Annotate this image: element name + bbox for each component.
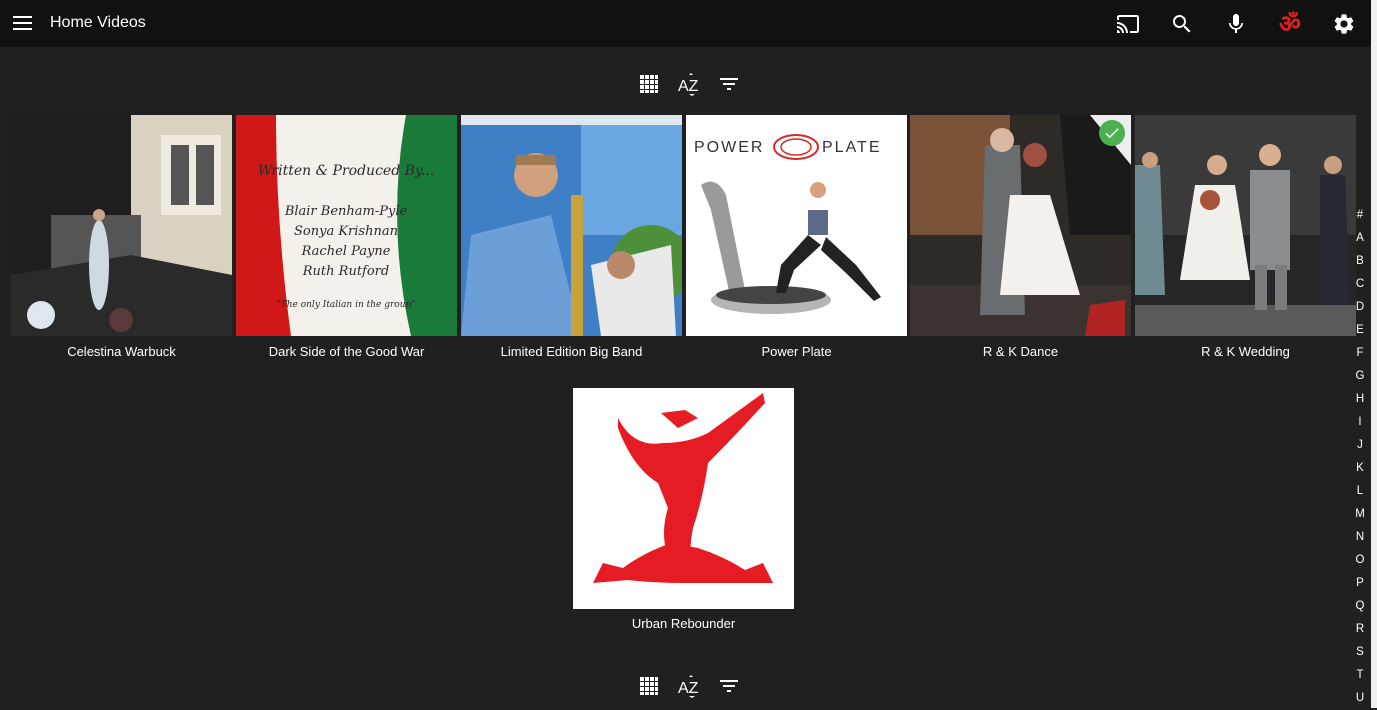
video-card-power-plate[interactable]: POWER PLATE Power Plate [686, 115, 907, 359]
alpha-index-letter[interactable]: O [1350, 549, 1370, 572]
alpha-index-letter[interactable]: T [1350, 664, 1370, 687]
video-thumbnail[interactable] [910, 115, 1131, 336]
scrollbar[interactable] [1371, 0, 1377, 708]
video-thumbnail[interactable] [1135, 115, 1356, 336]
alpha-index-letter[interactable]: R [1350, 618, 1370, 641]
menu-icon[interactable] [12, 12, 34, 34]
alpha-index-letter[interactable]: U [1350, 687, 1370, 710]
svg-text:POWER: POWER [694, 139, 764, 156]
svg-text:Ruth Rutford: Ruth Rutford [302, 264, 389, 279]
svg-text:PLATE: PLATE [822, 139, 882, 156]
video-thumbnail[interactable] [461, 115, 682, 336]
video-thumbnail[interactable] [11, 115, 232, 336]
svg-text:AZ: AZ [678, 78, 699, 95]
alphabet-jump-index: # A B C D E F G H I J K L M N O P Q R S T U [1350, 204, 1370, 710]
sort-az-icon[interactable]: AZ [677, 72, 701, 96]
alpha-index-letter[interactable]: B [1350, 250, 1370, 273]
video-thumbnail[interactable] [573, 388, 794, 609]
alpha-index-letter[interactable]: E [1350, 319, 1370, 342]
grid-view-icon[interactable] [637, 72, 661, 96]
filter-icon[interactable] [717, 674, 741, 698]
alpha-index-letter[interactable]: N [1350, 526, 1370, 549]
grid-view-icon[interactable] [637, 674, 661, 698]
om-user-avatar-icon[interactable]: ॐ [1277, 11, 1303, 37]
alpha-index-letter[interactable]: F [1350, 342, 1370, 365]
svg-text:Sonya Krishnan: Sonya Krishnan [294, 224, 398, 239]
video-title[interactable]: Limited Edition Big Band [461, 344, 682, 360]
sort-az-icon[interactable]: AZ [677, 674, 701, 698]
video-card-urban-rebounder[interactable]: Urban Rebounder [573, 388, 794, 631]
view-controls-top: AZ [0, 70, 1371, 98]
alpha-index-letter[interactable]: S [1350, 641, 1370, 664]
alpha-index-letter[interactable]: L [1350, 480, 1370, 503]
video-card-celestina-warbuck[interactable]: Celestina Warbuck [11, 115, 232, 359]
alpha-index-letter[interactable]: K [1350, 457, 1370, 480]
video-title[interactable]: R & K Wedding [1135, 344, 1356, 360]
video-thumbnail[interactable]: Written & Produced By... Blair Benham-Py… [236, 115, 457, 336]
video-card-limited-edition-big-band[interactable]: Limited Edition Big Band [461, 115, 682, 359]
video-card-r-k-dance[interactable]: R & K Dance [910, 115, 1131, 359]
search-icon[interactable] [1169, 11, 1195, 37]
svg-text:Rachel Payne: Rachel Payne [301, 244, 391, 259]
played-check-icon [1099, 120, 1125, 146]
filter-icon[interactable] [717, 72, 741, 96]
video-card-dark-side-of-the-good-war[interactable]: Written & Produced By... Blair Benham-Py… [236, 115, 457, 359]
svg-text:Blair Benham-Pyle: Blair Benham-Pyle [284, 204, 408, 219]
alpha-index-letter[interactable]: G [1350, 365, 1370, 388]
alpha-index-letter[interactable]: Q [1350, 595, 1370, 618]
svg-text:Written & Produced By...: Written & Produced By... [258, 163, 435, 179]
video-title[interactable]: R & K Dance [910, 344, 1131, 360]
settings-gear-icon[interactable] [1331, 11, 1357, 37]
alpha-index-letter[interactable]: A [1350, 227, 1370, 250]
alpha-index-letter[interactable]: P [1350, 572, 1370, 595]
alpha-index-letter[interactable]: C [1350, 273, 1370, 296]
video-title[interactable]: Celestina Warbuck [11, 344, 232, 360]
alpha-index-letter[interactable]: I [1350, 411, 1370, 434]
top-app-bar: Home Videos ॐ [0, 0, 1371, 47]
video-title[interactable]: Urban Rebounder [573, 616, 794, 632]
svg-text:"The only Italian in the group: "The only Italian in the group" [277, 300, 416, 310]
cast-icon[interactable] [1115, 11, 1141, 37]
view-controls-bottom: AZ [0, 672, 1371, 700]
microphone-icon[interactable] [1223, 11, 1249, 37]
alpha-index-letter[interactable]: J [1350, 434, 1370, 457]
video-title[interactable]: Power Plate [686, 344, 907, 360]
video-card-r-k-wedding[interactable]: R & K Wedding [1135, 115, 1356, 359]
video-thumbnail[interactable]: POWER PLATE [686, 115, 907, 336]
video-title[interactable]: Dark Side of the Good War [236, 344, 457, 360]
alpha-index-letter[interactable]: D [1350, 296, 1370, 319]
alpha-index-letter[interactable]: # [1350, 204, 1370, 227]
svg-text:AZ: AZ [678, 680, 699, 697]
page-title: Home Videos [50, 14, 146, 31]
alpha-index-letter[interactable]: M [1350, 503, 1370, 526]
alpha-index-letter[interactable]: H [1350, 388, 1370, 411]
